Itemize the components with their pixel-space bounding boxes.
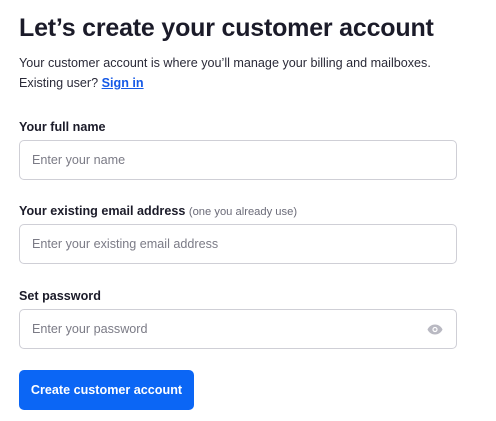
existing-user-text: Existing user?: [19, 76, 99, 90]
eye-icon[interactable]: [426, 323, 444, 335]
full-name-field[interactable]: Enter your name: [19, 140, 457, 180]
create-account-page: Let’s create your customer account Your …: [0, 0, 496, 421]
full-name-label-text: Your full name: [19, 120, 106, 134]
email-label-hint: (one you already use): [188, 206, 298, 218]
create-account-button[interactable]: Create customer account: [19, 370, 194, 410]
full-name-label: Your full name: [19, 120, 106, 134]
email-label: Your existing email address (one you alr…: [19, 204, 297, 218]
page-title: Let’s create your customer account: [19, 14, 434, 42]
email-field[interactable]: Enter your existing email address: [19, 224, 457, 264]
password-placeholder: Enter your password: [32, 322, 148, 336]
sign-in-link[interactable]: Sign in: [102, 76, 144, 90]
password-field[interactable]: Enter your password: [19, 309, 457, 349]
email-label-text: Your existing email address: [19, 204, 186, 218]
password-label: Set password: [19, 289, 101, 303]
full-name-placeholder: Enter your name: [32, 153, 126, 167]
password-label-text: Set password: [19, 289, 101, 303]
page-subtitle: Your customer account is where you’ll ma…: [19, 53, 489, 93]
email-placeholder: Enter your existing email address: [32, 237, 219, 251]
subtitle-text: Your customer account is where you’ll ma…: [19, 56, 431, 70]
